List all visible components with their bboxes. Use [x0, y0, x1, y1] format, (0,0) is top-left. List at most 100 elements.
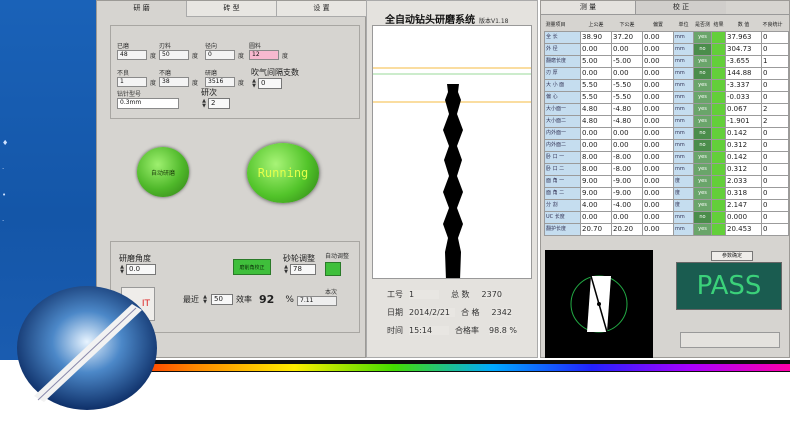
row-offset[interactable]: 0.00: [642, 138, 674, 152]
wheel-adjust-field[interactable]: 78: [290, 264, 316, 275]
row-measure-toggle[interactable]: yes: [693, 78, 712, 92]
row-lower[interactable]: -8.00: [611, 162, 643, 176]
param-5-field[interactable]: 38: [159, 77, 189, 87]
param-4-field[interactable]: 1: [117, 77, 147, 87]
row-upper[interactable]: 20.70: [580, 222, 612, 236]
grind-count-spinner[interactable]: ▲ ▼: [201, 98, 207, 109]
recent-spinner[interactable]: ▲ ▼: [202, 294, 208, 305]
row-offset[interactable]: 0.00: [642, 90, 674, 104]
row-upper[interactable]: 4.80: [580, 114, 612, 128]
row-lower[interactable]: -4.80: [611, 102, 643, 116]
row-lower[interactable]: 37.20: [611, 30, 643, 44]
row-offset[interactable]: 0.00: [642, 114, 674, 128]
row-upper[interactable]: 8.00: [580, 162, 612, 176]
row-measure-toggle[interactable]: yes: [693, 174, 712, 188]
calibrate-button[interactable]: 磨削角校正: [233, 259, 271, 275]
row-offset[interactable]: 0.00: [642, 102, 674, 116]
row-upper[interactable]: 0.00: [580, 126, 612, 140]
recent-field[interactable]: 50: [211, 294, 233, 305]
row-offset[interactable]: 0.00: [642, 30, 674, 44]
row-upper[interactable]: 9.00: [580, 174, 612, 188]
row-upper[interactable]: 0.00: [580, 66, 612, 80]
grind-count-field[interactable]: 2: [208, 98, 230, 109]
row-lower[interactable]: -9.00: [611, 186, 643, 200]
row-result-bar: [711, 30, 726, 44]
row-offset[interactable]: 0.00: [642, 78, 674, 92]
row-lower[interactable]: 0.00: [611, 138, 643, 152]
row-upper[interactable]: 0.00: [580, 42, 612, 56]
row-value: 0.142: [725, 126, 762, 140]
row-offset[interactable]: 0.00: [642, 210, 674, 224]
blow-interval-field[interactable]: 0: [258, 78, 282, 89]
row-offset[interactable]: 0.00: [642, 174, 674, 188]
row-measure-toggle[interactable]: yes: [693, 54, 712, 68]
row-offset[interactable]: 0.00: [642, 222, 674, 236]
row-lower[interactable]: -8.00: [611, 150, 643, 164]
tab-grinding[interactable]: 研 磨: [97, 1, 187, 17]
row-measure-toggle[interactable]: no: [693, 66, 712, 80]
table-row: 大 小 面 5.50 -5.50 0.00 mm yes -3.337 0: [544, 78, 789, 92]
blow-interval-spinner[interactable]: ▲ ▼: [251, 78, 257, 89]
row-measure-toggle[interactable]: no: [693, 42, 712, 56]
row-offset[interactable]: 0.00: [642, 162, 674, 176]
tab-drill-type[interactable]: 砖 型: [187, 1, 277, 17]
row-measure-toggle[interactable]: no: [693, 210, 712, 224]
row-upper[interactable]: 4.00: [580, 198, 612, 212]
row-upper[interactable]: 5.50: [580, 78, 612, 92]
running-button[interactable]: Running: [247, 143, 319, 203]
row-upper[interactable]: 5.00: [580, 54, 612, 68]
row-lower[interactable]: 0.00: [611, 210, 643, 224]
tab-calibrate[interactable]: 校 正: [636, 1, 726, 15]
row-lower[interactable]: 0.00: [611, 126, 643, 140]
tab-settings[interactable]: 设 置: [277, 1, 367, 17]
row-measure-toggle[interactable]: yes: [693, 162, 712, 176]
param-6-field[interactable]: 3516: [205, 77, 235, 87]
tab-measure[interactable]: 测 量: [541, 1, 636, 15]
row-lower[interactable]: 0.00: [611, 66, 643, 80]
row-offset[interactable]: 0.00: [642, 186, 674, 200]
row-measure-toggle[interactable]: yes: [693, 150, 712, 164]
param-0-field[interactable]: 48: [117, 50, 147, 60]
row-upper[interactable]: 0.00: [580, 210, 612, 224]
row-offset[interactable]: 0.00: [642, 42, 674, 56]
status-bar: [680, 332, 780, 348]
auto-adjust-toggle[interactable]: [325, 262, 341, 276]
row-upper[interactable]: 8.00: [580, 150, 612, 164]
row-measure-toggle[interactable]: yes: [693, 114, 712, 128]
row-lower[interactable]: -5.00: [611, 54, 643, 68]
row-measure-toggle[interactable]: no: [693, 138, 712, 152]
row-upper[interactable]: 0.00: [580, 138, 612, 152]
row-offset[interactable]: 0.00: [642, 126, 674, 140]
row-upper[interactable]: 38.90: [580, 30, 612, 44]
row-measure-toggle[interactable]: yes: [693, 222, 712, 236]
param-3-field[interactable]: 12: [249, 50, 279, 60]
row-upper[interactable]: 9.00: [580, 186, 612, 200]
row-measure-toggle[interactable]: yes: [693, 90, 712, 104]
row-measure-toggle[interactable]: yes: [693, 198, 712, 212]
row-offset[interactable]: 0.00: [642, 198, 674, 212]
grind-angle-field[interactable]: 0.0: [126, 264, 156, 275]
row-upper[interactable]: 4.80: [580, 102, 612, 116]
row-lower[interactable]: -5.50: [611, 90, 643, 104]
row-lower[interactable]: 20.20: [611, 222, 643, 236]
row-lower[interactable]: -9.00: [611, 174, 643, 188]
grind-angle-spinner[interactable]: ▲ ▼: [119, 264, 125, 275]
row-measure-toggle[interactable]: no: [693, 126, 712, 140]
row-measure-toggle[interactable]: yes: [693, 30, 712, 44]
row-offset[interactable]: 0.00: [642, 66, 674, 80]
row-offset[interactable]: 0.00: [642, 54, 674, 68]
row-offset[interactable]: 0.00: [642, 150, 674, 164]
row-upper[interactable]: 5.50: [580, 90, 612, 104]
wheel-adjust-spinner[interactable]: ▲ ▼: [283, 264, 289, 275]
row-measure-toggle[interactable]: yes: [693, 186, 712, 200]
param-confirm-button[interactable]: 参数确定: [711, 251, 753, 261]
drill-model-field[interactable]: 0.3mm: [117, 98, 179, 109]
row-lower[interactable]: 0.00: [611, 42, 643, 56]
row-lower[interactable]: -4.80: [611, 114, 643, 128]
row-measure-toggle[interactable]: yes: [693, 102, 712, 116]
row-lower[interactable]: -4.00: [611, 198, 643, 212]
row-lower[interactable]: -5.50: [611, 78, 643, 92]
param-1-field[interactable]: 50: [159, 50, 189, 60]
param-2-field[interactable]: 0: [205, 50, 235, 60]
auto-grind-button[interactable]: 自动研磨: [137, 147, 189, 197]
